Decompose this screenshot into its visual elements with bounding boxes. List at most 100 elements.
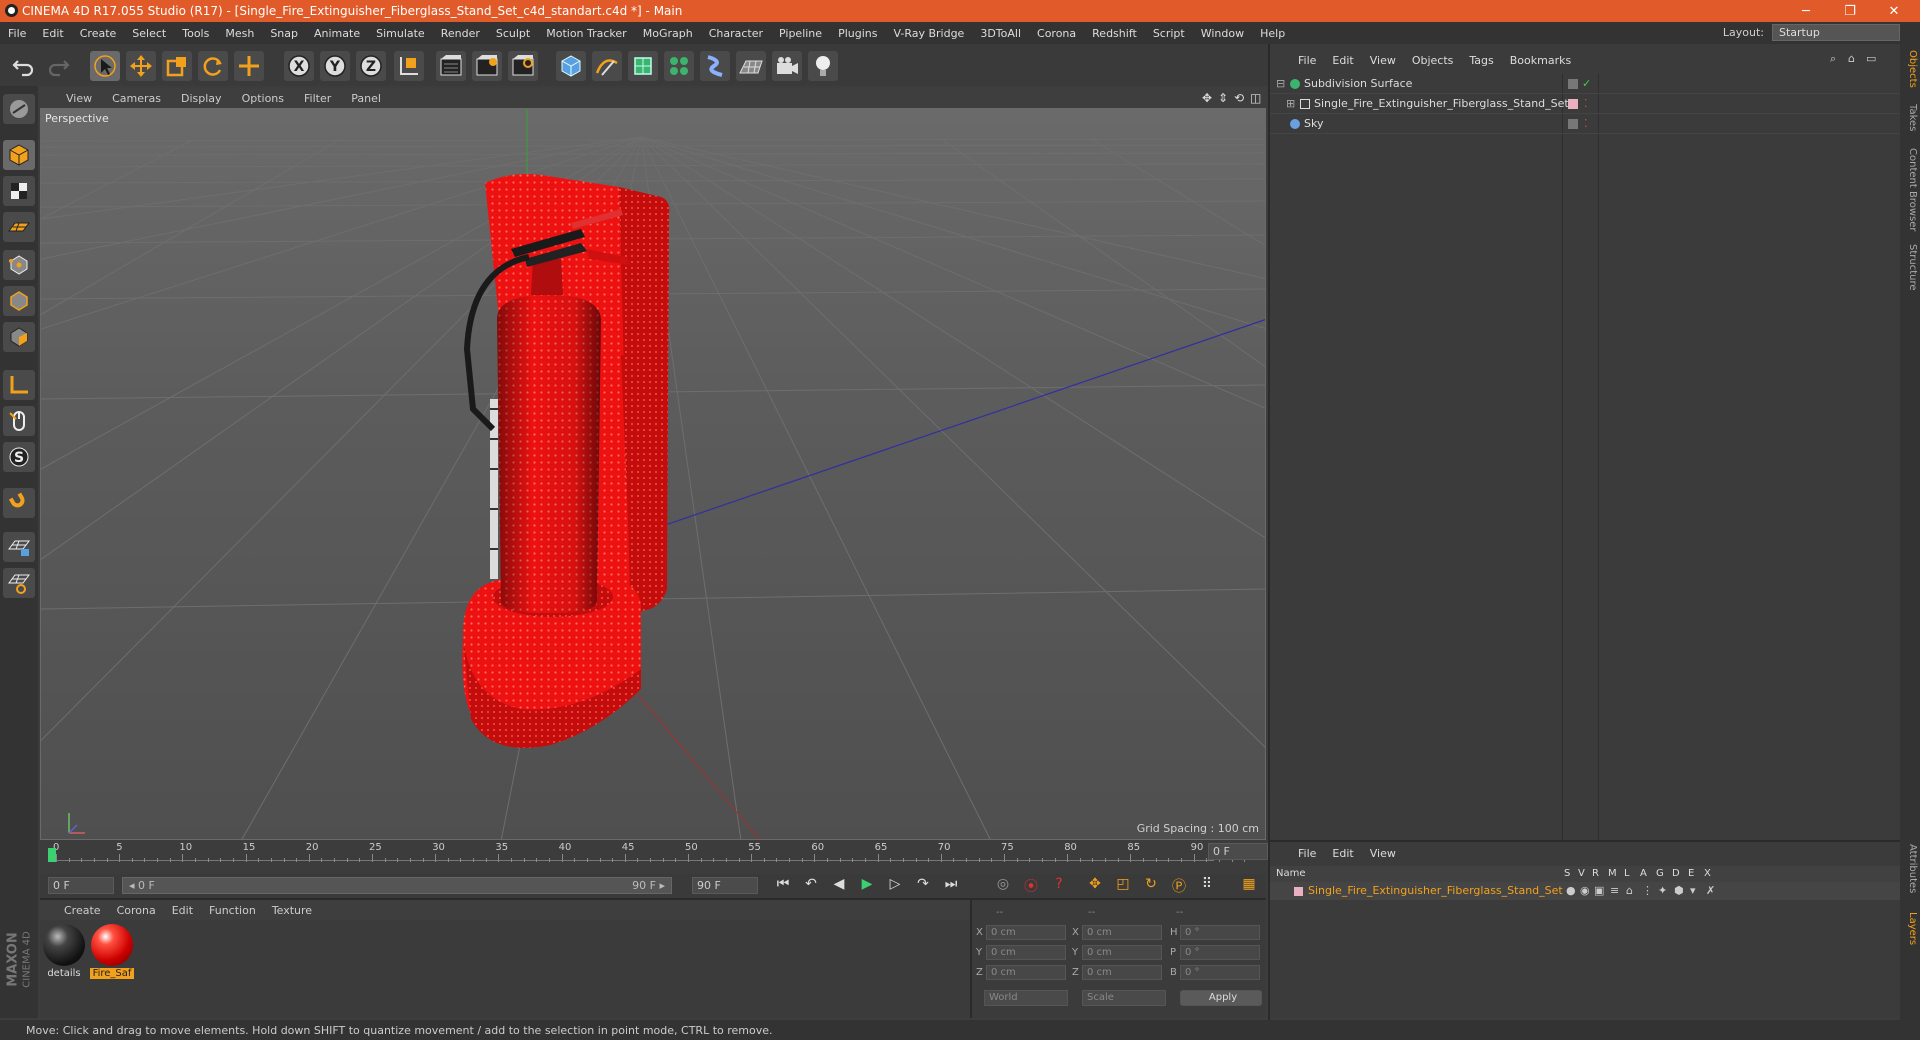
viewport-menu-cameras[interactable]: Cameras (102, 92, 171, 105)
menu-tools[interactable]: Tools (174, 27, 217, 40)
material-menu-edit[interactable]: Edit (164, 904, 201, 917)
home-icon[interactable]: ⌂ (1848, 52, 1855, 65)
size-y-field[interactable]: 0 cm (1082, 945, 1162, 960)
timeline-window-icon[interactable]: ▦ (1238, 876, 1260, 896)
expand-icon[interactable]: ⊞ (1286, 94, 1295, 114)
layer-toggle[interactable] (1568, 119, 1578, 129)
visibility-dots-icon[interactable]: ⁚ (1584, 114, 1588, 134)
points-mode-icon[interactable] (3, 250, 35, 280)
menu-script[interactable]: Script (1145, 27, 1193, 40)
size-z-field[interactable]: 0 cm (1082, 965, 1162, 980)
edges-mode-icon[interactable] (3, 286, 35, 316)
object-menu-file[interactable]: File (1290, 54, 1324, 67)
grid-lock-icon[interactable] (3, 532, 35, 562)
minimize-button[interactable]: ─ (1784, 0, 1828, 22)
scale-icon[interactable] (162, 51, 192, 81)
menu-vray-bridge[interactable]: V-Ray Bridge (885, 27, 972, 40)
go-to-end-icon[interactable]: ⏭ (940, 876, 962, 896)
new-view-icon[interactable]: ▭ (1866, 52, 1876, 65)
menu-sculpt[interactable]: Sculpt (488, 27, 538, 40)
frame-range-slider[interactable]: ◂ 0 F 90 F ▸ (122, 877, 672, 894)
pan-icon[interactable]: ✥ (1202, 91, 1216, 105)
move-icon[interactable] (126, 51, 156, 81)
deformer-icon[interactable] (700, 51, 730, 81)
magnet-icon[interactable] (3, 488, 35, 518)
material-menu-function[interactable]: Function (201, 904, 264, 917)
menu-create[interactable]: Create (72, 27, 125, 40)
size-mode-dropdown[interactable]: Scale (1082, 990, 1166, 1006)
maximize-view-icon[interactable]: ◫ (1250, 91, 1264, 105)
scale-key-icon[interactable]: ◰ (1112, 876, 1134, 896)
coordinate-mode-dropdown[interactable]: World (984, 990, 1068, 1006)
move-key-icon[interactable]: ✥ (1084, 876, 1106, 896)
material-swatch-details[interactable]: details (42, 924, 86, 979)
select-pointer-icon[interactable] (90, 51, 120, 81)
menu-animate[interactable]: Animate (306, 27, 368, 40)
object-menu-bookmarks[interactable]: Bookmarks (1502, 54, 1579, 67)
timeline-ruler[interactable]: 0 5 10 15 20 25 30 35 40 45 50 55 60 65 70 75 80 85 90 0 F (40, 840, 1268, 876)
menu-motion-tracker[interactable]: Motion Tracker (538, 27, 634, 40)
layer-solo-icon[interactable]: ● (1566, 882, 1576, 900)
x-axis-lock-icon[interactable]: X (284, 51, 314, 81)
menu-window[interactable]: Window (1193, 27, 1252, 40)
layer-toggle[interactable] (1568, 79, 1578, 89)
restore-button[interactable]: ❐ (1828, 0, 1872, 22)
menu-pipeline[interactable]: Pipeline (771, 27, 830, 40)
tab-structure[interactable]: Structure (1902, 244, 1918, 291)
zoom-icon[interactable]: ⇕ (1218, 91, 1232, 105)
menu-plugins[interactable]: Plugins (830, 27, 885, 40)
rotation-b-field[interactable]: 0 ° (1180, 965, 1260, 980)
camera-icon[interactable] (772, 51, 802, 81)
workplane-icon[interactable] (3, 212, 35, 242)
object-row-subdivision-surface[interactable]: ⊟ Subdivision Surface ✓ (1270, 74, 1900, 94)
autokey-icon[interactable]: ⦿ (1020, 876, 1042, 896)
viewport-menu-panel[interactable]: Panel (341, 92, 391, 105)
viewport-menu-view[interactable]: View (40, 92, 102, 105)
position-z-field[interactable]: 0 cm (986, 965, 1066, 980)
rotation-h-field[interactable]: 0 ° (1180, 925, 1260, 940)
light-icon[interactable] (808, 51, 838, 81)
menu-corona[interactable]: Corona (1029, 27, 1084, 40)
layer-xref-icon[interactable]: ✗ (1706, 882, 1715, 900)
layer-color-swatch[interactable] (1294, 887, 1303, 896)
point-level-icon[interactable]: ⠿ (1196, 876, 1218, 896)
y-axis-lock-icon[interactable]: Y (320, 51, 350, 81)
tweak-mode-icon[interactable] (3, 406, 35, 436)
rotation-p-field[interactable]: 0 ° (1180, 945, 1260, 960)
material-swatch-fire-saf[interactable]: Fire_Saf (90, 924, 134, 979)
tab-content-browser[interactable]: Content Browser (1902, 148, 1918, 231)
model-mode-icon[interactable] (3, 140, 35, 170)
start-frame-field[interactable]: 0 F (48, 877, 114, 894)
orbit-icon[interactable]: ⟲ (1234, 91, 1248, 105)
position-y-field[interactable]: 0 cm (986, 945, 1066, 960)
edit-render-settings-icon[interactable] (508, 51, 538, 81)
object-menu-tags[interactable]: Tags (1461, 54, 1501, 67)
material-menu-create[interactable]: Create (40, 904, 109, 917)
render-view-icon[interactable] (436, 51, 466, 81)
menu-snap[interactable]: Snap (262, 27, 306, 40)
object-menu-objects[interactable]: Objects (1404, 54, 1462, 67)
enabled-check-icon[interactable]: ✓ (1582, 74, 1591, 94)
layer-color-swatch[interactable] (1568, 99, 1578, 109)
layer-generators-icon[interactable]: ✦ (1658, 882, 1667, 900)
world-coordinate-icon[interactable] (394, 51, 424, 81)
keyframe-record-icon[interactable]: ◎ (992, 876, 1014, 896)
material-menu-texture[interactable]: Texture (264, 904, 320, 917)
layer-manager-icon[interactable]: ≡ (1610, 882, 1619, 900)
floor-scene-icon[interactable] (736, 51, 766, 81)
play-reverse-icon[interactable]: ◀ (828, 876, 850, 896)
viewport-menu-display[interactable]: Display (171, 92, 232, 105)
menu-3dtoall[interactable]: 3DToAll (972, 27, 1029, 40)
rotate-key-icon[interactable]: ↻ (1140, 876, 1162, 896)
make-editable-icon[interactable] (3, 94, 35, 124)
menu-select[interactable]: Select (124, 27, 174, 40)
menu-edit[interactable]: Edit (34, 27, 71, 40)
menu-file[interactable]: File (0, 27, 34, 40)
object-menu-edit[interactable]: Edit (1324, 54, 1361, 67)
next-frame-icon[interactable]: ▷ (884, 876, 906, 896)
texture-mode-icon[interactable] (3, 176, 35, 206)
close-button[interactable]: ✕ (1872, 0, 1916, 22)
menu-mesh[interactable]: Mesh (217, 27, 262, 40)
layer-render-icon[interactable]: ▣ (1594, 882, 1604, 900)
snapping-icon[interactable]: S (3, 442, 35, 472)
